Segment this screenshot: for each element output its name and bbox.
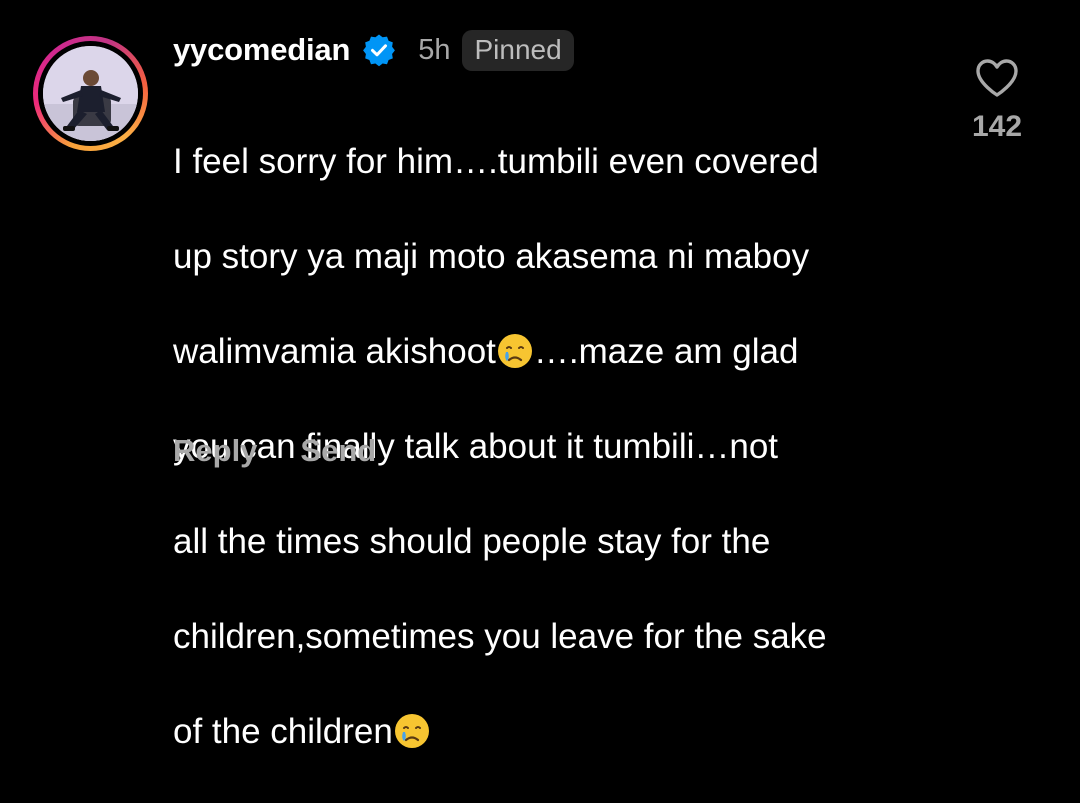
avatar-ring-gap — [38, 41, 143, 146]
username-link[interactable]: yycomedian — [173, 32, 350, 68]
comment-line: all the times should people stay for the — [173, 521, 771, 561]
crying-face-emoji — [496, 332, 534, 370]
avatar-image — [43, 46, 138, 141]
reply-button[interactable]: Reply — [173, 433, 257, 469]
comment-line: walimvamia akishoot ….maze am glad — [173, 328, 933, 376]
comment-actions: Reply Send — [173, 433, 376, 469]
like-count: 142 — [971, 110, 1023, 143]
comment-timestamp: 5h — [418, 33, 451, 66]
pinned-badge: Pinned — [462, 29, 574, 71]
comment-header: yycomedian 5h Pinned — [173, 27, 574, 73]
comment-line: children,sometimes you leave for the sak… — [173, 616, 827, 656]
avatar[interactable] — [43, 46, 138, 141]
comment-line-segment: walimvamia akishoot — [173, 331, 496, 371]
send-button[interactable]: Send — [300, 433, 376, 469]
comment-line: of the children — [173, 708, 933, 756]
heart-outline-icon[interactable] — [975, 58, 1019, 98]
comment-line-segment: of the children — [173, 711, 393, 751]
verified-badge-icon — [362, 33, 396, 67]
comment-line: I feel sorry for him….tumbili even cover… — [173, 141, 819, 181]
avatar-story-ring[interactable] — [33, 36, 148, 151]
comment-line-segment: ….maze am glad — [533, 331, 799, 371]
crying-face-emoji — [393, 712, 431, 750]
comment-item: yycomedian 5h Pinned I feel sorry for hi… — [0, 0, 1080, 751]
comment-line: up story ya maji moto akasema ni maboy — [173, 236, 810, 276]
